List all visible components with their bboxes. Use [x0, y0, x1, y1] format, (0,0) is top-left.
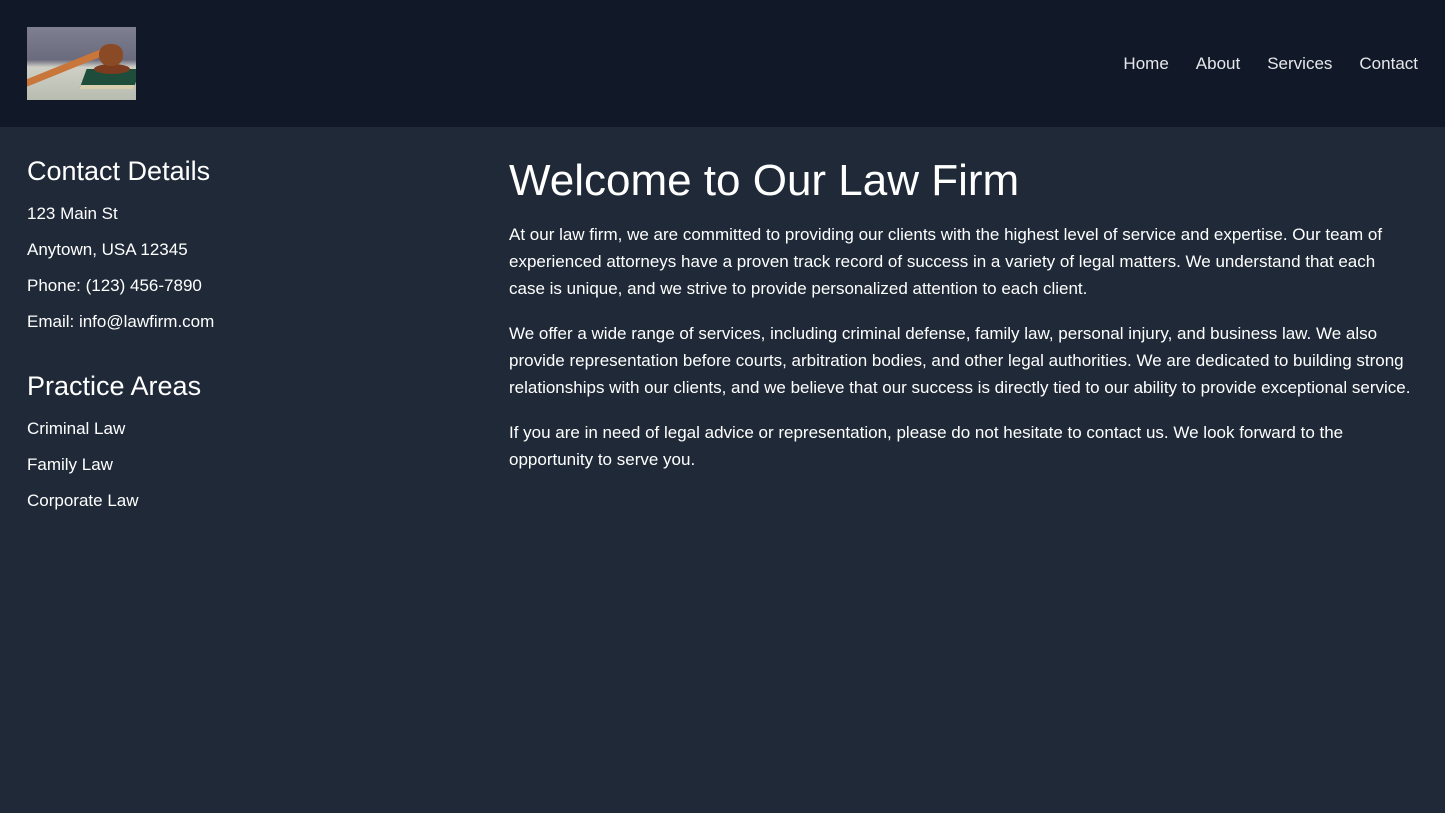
main-nav: Home About Services Contact	[1123, 54, 1418, 74]
practice-item: Family Law	[27, 455, 113, 474]
contact-paragraph: If you are in need of legal advice or re…	[509, 423, 1344, 469]
contact-street: 123 Main St	[27, 204, 118, 223]
main-content: Welcome to Our Law Firm At our law firm,…	[509, 155, 1418, 527]
contact-email: Email: info@lawfirm.com	[27, 312, 215, 331]
practice-areas-heading: Practice Areas	[27, 371, 202, 401]
contact-details-heading: Contact Details	[27, 156, 211, 186]
logo-image[interactable]	[27, 27, 136, 100]
nav-services[interactable]: Services	[1267, 54, 1332, 74]
services-paragraph: We offer a wide range of services, inclu…	[509, 324, 1411, 397]
gavel-head-graphic	[99, 44, 123, 66]
contact-details-list: 123 Main St Anytown, USA 12345 Phone: (1…	[27, 204, 509, 332]
practice-item: Corporate Law	[27, 491, 139, 510]
page-title: Welcome to Our Law Firm	[509, 156, 1020, 205]
contact-phone: Phone: (123) 456-7890	[27, 276, 202, 295]
practice-areas-list: Criminal Law Family Law Corporate Law	[27, 419, 509, 511]
contact-details-section: Contact Details 123 Main St Anytown, USA…	[27, 155, 509, 332]
intro-paragraph: At our law firm, we are committed to pro…	[509, 225, 1383, 298]
nav-home[interactable]: Home	[1123, 54, 1168, 74]
site-header: Home About Services Contact	[0, 0, 1445, 127]
practice-areas-section: Practice Areas Criminal Law Family Law C…	[27, 370, 509, 511]
contact-city: Anytown, USA 12345	[27, 240, 188, 259]
main-area: Contact Details 123 Main St Anytown, USA…	[0, 127, 1445, 527]
sidebar: Contact Details 123 Main St Anytown, USA…	[27, 155, 509, 527]
nav-about[interactable]: About	[1196, 54, 1240, 74]
practice-item: Criminal Law	[27, 419, 126, 438]
nav-contact[interactable]: Contact	[1359, 54, 1418, 74]
